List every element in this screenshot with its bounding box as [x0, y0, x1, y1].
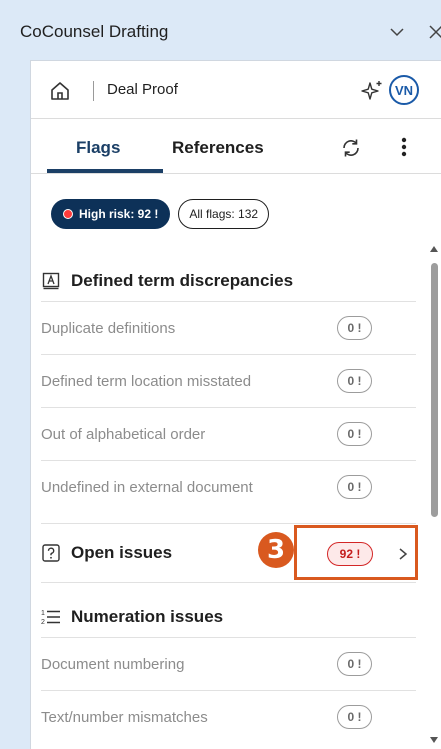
- ai-sparkle-icon[interactable]: [360, 79, 384, 103]
- avatar[interactable]: VN: [389, 75, 419, 105]
- tab-references[interactable]: References: [172, 138, 264, 158]
- list-item-label: Out of alphabetical order: [41, 425, 206, 443]
- list-item-label: Duplicate definitions: [41, 319, 176, 337]
- chevron-down-icon[interactable]: [388, 23, 406, 41]
- home-icon[interactable]: [49, 80, 71, 102]
- list-item[interactable]: Text/number mismatches 0 !: [41, 690, 416, 743]
- list-item-label: Undefined in external document: [41, 478, 253, 496]
- open-issues-count-badge: 92 !: [327, 542, 373, 566]
- refresh-icon[interactable]: [340, 137, 362, 159]
- open-issues-row[interactable]: Open issues 92 !: [41, 523, 416, 583]
- scroll-up-arrow[interactable]: [429, 245, 439, 253]
- risk-dot-icon: [63, 209, 73, 219]
- svg-text:2: 2: [41, 619, 45, 626]
- count-badge: 0 !: [337, 316, 372, 340]
- close-icon[interactable]: [427, 23, 441, 41]
- document-title: Deal Proof: [107, 81, 178, 98]
- section-defined-terms: Defined term discrepancies: [41, 261, 416, 301]
- count-badge: 0 !: [337, 369, 372, 393]
- chevron-right-icon[interactable]: [397, 547, 409, 561]
- active-tab-indicator: [47, 169, 163, 173]
- step-marker: 3: [258, 532, 294, 568]
- filter-pills: High risk: 92 ! All flags: 132: [51, 199, 270, 231]
- list-item[interactable]: Defined term location misstated 0 !: [41, 354, 416, 407]
- svg-text:1: 1: [41, 610, 45, 617]
- count-badge: 0 !: [337, 652, 372, 676]
- count-badge: 0 !: [337, 422, 372, 446]
- window-title: CoCounsel Drafting: [20, 22, 169, 41]
- title-bar: CoCounsel Drafting: [20, 9, 441, 55]
- section-title: Defined term discrepancies: [71, 271, 294, 290]
- flags-panel: Deal Proof VN Flags References High risk…: [30, 60, 441, 749]
- open-issues-title: Open issues: [71, 543, 173, 562]
- section-title: Numeration issues: [71, 607, 224, 626]
- list-item[interactable]: Out of alphabetical order 0 !: [41, 407, 416, 460]
- list-item-label: Text/number mismatches: [41, 708, 208, 726]
- list-item-label: Defined term location misstated: [41, 372, 252, 390]
- numbered-list-icon: 1 2: [41, 607, 61, 627]
- more-vertical-icon[interactable]: [396, 135, 412, 159]
- high-risk-label: High risk: 92 !: [79, 207, 159, 221]
- count-badge: 0 !: [337, 475, 372, 499]
- list-item[interactable]: Duplicate definitions 0 !: [41, 301, 416, 354]
- section-numeration: 1 2 Numeration issues: [41, 597, 416, 637]
- list-item[interactable]: Undefined in external document 0 !: [41, 460, 416, 513]
- all-flags-label: All flags: 132: [189, 207, 259, 221]
- tab-bar: Flags References: [31, 119, 441, 174]
- panel-header: Deal Proof VN: [31, 61, 441, 119]
- defined-term-icon: [41, 271, 61, 291]
- scroll-down-arrow[interactable]: [429, 736, 439, 744]
- scrollbar-thumb[interactable]: [431, 263, 438, 517]
- divider: [93, 81, 94, 101]
- count-badge: 0 !: [337, 705, 372, 729]
- high-risk-filter[interactable]: High risk: 92 !: [51, 199, 171, 229]
- tab-flags[interactable]: Flags: [76, 138, 120, 158]
- list-item-label: Document numbering: [41, 655, 185, 673]
- all-flags-filter[interactable]: All flags: 132: [178, 199, 270, 229]
- question-icon: [42, 544, 60, 562]
- list-item[interactable]: Document numbering 0 !: [41, 637, 416, 690]
